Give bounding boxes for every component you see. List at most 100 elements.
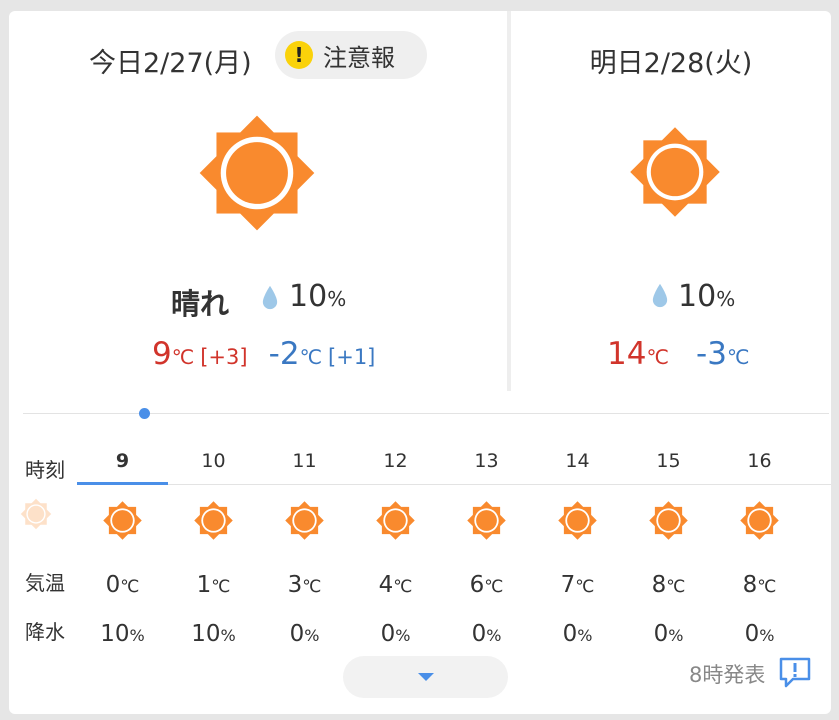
today-high-diff: [+3] [200,345,248,369]
today-temps: 9℃ [+3] -2℃ [+1] [152,336,375,372]
hour-precip-value: 10 [100,621,130,647]
hour-precip: 0% [259,621,350,647]
hour-temp-value: 8 [742,572,758,598]
hour-precip-unit: % [129,626,145,645]
chevron-down-icon [417,673,434,681]
warning-icon: ! [285,41,313,69]
hour-temp-value: 1 [196,572,212,598]
hour-label: 12 [383,450,408,472]
hour-precip-unit: % [220,626,236,645]
hour-temp-value: 8 [651,572,667,598]
today-high: 9 [152,336,172,372]
weather-card: 今日2/27(月) ! 注意報 晴れ 10% 9℃ [+3] -2℃ [+1] 明日… [9,11,831,714]
label-precip: 降水 [25,620,65,644]
label-time: 時刻 [25,458,65,482]
today-low-unit: ℃ [299,345,323,369]
tomorrow-temps: 14℃ -3℃ [607,336,749,372]
hour-temp: 8℃ [623,572,714,598]
hour-temp-value: 6 [469,572,485,598]
hour-precip-value: 0 [562,621,578,647]
hour-precip-value: 0 [744,621,760,647]
sunny-icon [647,499,690,542]
faded-sun-icon [19,497,53,531]
hour-precip: 10% [77,621,168,647]
hour-label: 14 [565,450,590,472]
hour-precip: 0% [714,621,805,647]
issued-time: 8時発表 [689,663,766,687]
feedback-icon[interactable] [777,655,813,691]
hour-temp: 0℃ [77,572,168,598]
hour-temp-value: 4 [378,572,394,598]
today-low: -2 [268,336,300,372]
hour-precip-value: 0 [471,621,487,647]
hour-temp-unit: ℃ [757,577,777,597]
hour-precip-unit: % [395,626,411,645]
hour-temp-value: 3 [287,572,303,598]
label-temp: 気温 [25,571,65,595]
today-precip: 10% [289,279,346,314]
hour-temp-unit: ℃ [484,577,504,597]
hour-temp: 3℃ [259,572,350,598]
hour-precip-unit: % [304,626,320,645]
hour-precip: 0% [441,621,532,647]
hour-label: 11 [292,450,317,472]
tomorrow-low: -3 [696,336,727,372]
hour-precip: 0% [623,621,714,647]
hour-temp-unit: ℃ [302,577,322,597]
today-panel[interactable]: 今日2/27(月) ! 注意報 晴れ 10% 9℃ [+3] -2℃ [+1] [9,11,507,391]
hourly-forecast[interactable]: 9 0℃ 10% 10 1℃ 10% 11 3℃ 0% 12 4℃ 0% 13 6℃ 0% 14 7℃ 0% 15 8… [77,436,831,666]
hour-temp-value: 7 [560,572,576,598]
hour-temp-unit: ℃ [575,577,595,597]
tomorrow-low-unit: ℃ [726,345,750,369]
alert-label: 注意報 [323,43,395,72]
today-condition: 晴れ [171,287,230,321]
hour-precip-value: 10 [191,621,221,647]
hour-label: 10 [201,450,226,472]
today-low-diff: [+1] [328,345,376,369]
today-precip-unit: % [327,287,347,311]
sunny-icon [283,499,326,542]
sunny-icon [465,499,508,542]
hour-precip-value: 0 [653,621,669,647]
sunny-icon [625,122,725,222]
hour-label: 15 [656,450,681,472]
hour-precip-value: 0 [289,621,305,647]
today-precip-value: 10 [289,279,328,314]
tomorrow-panel[interactable]: 明日2/28(火) 10% 14℃ -3℃ [511,11,831,391]
alert-badge[interactable]: ! 注意報 [275,31,427,79]
current-time-marker [139,408,150,419]
sunny-icon [193,109,321,237]
hour-precip: 10% [168,621,259,647]
expand-button[interactable] [343,656,508,698]
hour-precip-value: 0 [380,621,396,647]
raindrop-icon [651,283,669,308]
hour-temp: 7℃ [532,572,623,598]
hour-label: 16 [747,450,772,472]
tomorrow-precip-value: 10 [678,279,717,314]
today-date: 今日2/27(月) [89,48,252,79]
hour-precip-unit: % [577,626,593,645]
tomorrow-precip-unit: % [716,287,736,311]
tomorrow-date: 明日2/28(火) [589,48,753,79]
tomorrow-high-unit: ℃ [646,345,669,369]
hour-precip-unit: % [759,626,775,645]
today-high-unit: ℃ [171,345,195,369]
hour-precip: 0% [350,621,441,647]
hour-label: 9 [115,450,130,472]
hour-temp-unit: ℃ [393,577,413,597]
hour-temp-unit: ℃ [211,577,231,597]
hour-precip-unit: % [486,626,502,645]
hour-temp-unit: ℃ [666,577,686,597]
hour-temp: 1℃ [168,572,259,598]
sunny-icon [556,499,599,542]
hour-temp: 8℃ [714,572,805,598]
hour-precip-unit: % [668,626,684,645]
tomorrow-high: 14 [607,336,647,372]
raindrop-icon [261,285,279,310]
hour-temp-unit: ℃ [120,577,140,597]
sunny-icon [374,499,417,542]
sunny-icon [101,499,144,542]
hour-precip: 0% [532,621,623,647]
hour-label: 13 [474,450,499,472]
hour-temp: 4℃ [350,572,441,598]
